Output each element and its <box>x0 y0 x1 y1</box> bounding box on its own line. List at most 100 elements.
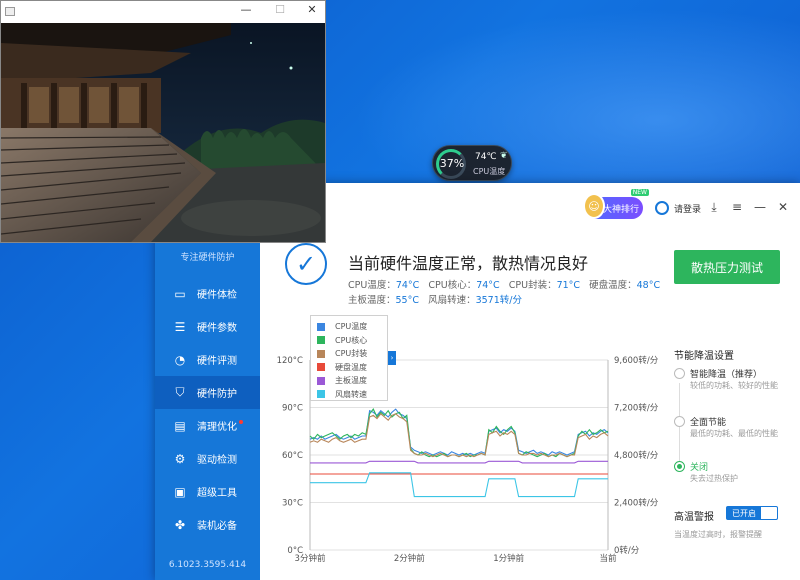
sidebar-item-hardware-check[interactable]: ▭ 硬件体检 <box>155 277 260 310</box>
sidebar-item-cleanup[interactable]: ▤ 清理优化 <box>155 409 260 442</box>
status-title: 当前硬件温度正常，散热情况良好 <box>348 254 589 273</box>
y-tick-left: 30°C <box>282 499 303 509</box>
sidebar-item-driver-check[interactable]: ⚙ 驱动检测 <box>155 442 260 475</box>
legend-item-board-temp[interactable]: 主板温度 <box>317 374 381 388</box>
cpu-package-value: 71°C <box>556 280 581 291</box>
x-tick: 2分钟前 <box>394 553 425 564</box>
y-tick-left: 120°C <box>277 356 303 366</box>
legend-item-cpu-core[interactable]: CPU核心 <box>317 334 381 348</box>
legend-label: 风扇转速 <box>335 389 367 399</box>
toolbox-icon: ▣ <box>174 484 186 499</box>
legend-label: 主板温度 <box>335 376 367 386</box>
legend-item-disk-temp[interactable]: 硬盘温度 <box>317 361 381 375</box>
cpu-temp-widget[interactable]: 37% 74℃ ❦ CPU温度 <box>432 145 512 181</box>
menu-icon[interactable]: ≡ <box>730 200 744 214</box>
y-tick-right: 9,600转/分 <box>614 355 659 366</box>
legend-item-cpu-temp[interactable]: CPU温度 <box>317 320 381 334</box>
cpu-load-percent: 37% <box>439 157 465 170</box>
game-window[interactable]: — ☐ ✕ <box>0 0 326 243</box>
rank-button[interactable]: ☺ 大神排行 NEW <box>583 189 649 219</box>
sidebar-item-label: 硬件防护 <box>197 389 237 400</box>
chart-legend: CPU温度 CPU核心 CPU封装 硬盘温度 主板温度 风扇转速 <box>310 315 388 401</box>
gauge-icon: ◔ <box>174 352 186 367</box>
disk-temp-value: 48°C <box>636 280 661 291</box>
user-icon <box>655 201 669 215</box>
login-label: 请登录 <box>674 204 702 215</box>
stress-test-button[interactable]: 散热压力测试 <box>674 250 780 284</box>
radio-smart-cooling[interactable] <box>674 368 685 379</box>
sidebar-item-super-tools[interactable]: ▣ 超级工具 <box>155 475 260 508</box>
option-desc: 失去过热保护 <box>690 474 738 483</box>
series-line <box>309 408 609 458</box>
x-tick: 当前 <box>599 553 617 564</box>
alarm-desc: 当温度过高时，报警提醒 <box>674 530 762 539</box>
alarm-title: 高温警报 <box>674 512 714 523</box>
minimize-icon[interactable]: — <box>233 3 259 16</box>
sidebar-item-hardware-protection[interactable]: ⛉ 硬件防护 <box>155 376 260 409</box>
cpu-temp-label: CPU温度： <box>348 280 396 291</box>
download-icon[interactable]: ⤓ <box>707 200 721 215</box>
login-button[interactable]: 请登录 <box>655 201 701 215</box>
game-scene[interactable] <box>1 23 325 242</box>
board-temp-value: 55°C <box>395 295 419 306</box>
series-line <box>309 408 609 456</box>
y-tick-right: 7,200转/分 <box>614 403 659 414</box>
monitor-icon: ▭ <box>174 286 186 301</box>
sidebar-item-label: 驱动检测 <box>197 455 237 466</box>
sidebar-item-hardware-params[interactable]: ☰ 硬件参数 <box>155 310 260 343</box>
rank-label: 大神排行 <box>603 204 640 215</box>
y-tick-right: 4,800转/分 <box>614 450 659 461</box>
cpu-temp-label: CPU温度 <box>473 167 506 176</box>
temperature-summary: CPU温度：74°C CPU核心：74°C CPU封装：71°C 硬盘温度：48… <box>348 278 660 308</box>
version-label: 6.1023.3595.414 <box>168 560 247 570</box>
minimize-icon[interactable]: — <box>753 200 767 214</box>
option-title: 全面节能 <box>690 418 727 428</box>
close-icon[interactable]: ✕ <box>776 200 790 214</box>
legend-item-cpu-package[interactable]: CPU封装 <box>317 347 381 361</box>
series-line <box>310 460 608 464</box>
option-desc: 较低的功耗、较好的性能 <box>690 381 778 390</box>
leaf-icon: ❦ <box>500 151 508 161</box>
list-icon: ☰ <box>174 319 186 334</box>
sidebar-item-label: 硬件体检 <box>197 290 237 301</box>
cpu-core-label: CPU核心： <box>428 280 477 291</box>
y-tick-left: 60°C <box>282 451 303 461</box>
series-line <box>310 472 608 498</box>
alarm-toggle[interactable]: 已开启 <box>726 506 778 520</box>
cpu-temp-value: 74°C <box>395 280 420 291</box>
legend-collapse-button[interactable]: › <box>388 351 396 365</box>
cpu-temp-value: 74℃ <box>475 152 497 162</box>
gear-icon: ⚙ <box>174 451 186 466</box>
notification-dot <box>239 419 243 424</box>
close-icon[interactable]: ✕ <box>299 3 325 16</box>
broom-icon: ▤ <box>174 418 186 433</box>
sidebar-item-label: 超级工具 <box>197 488 237 499</box>
sidebar-item-essentials[interactable]: ✤ 装机必备 <box>155 508 260 541</box>
slogan: 专注硬件防护 <box>180 253 235 263</box>
settings-title: 节能降温设置 <box>674 351 734 362</box>
shield-icon: ⛉ <box>175 385 185 399</box>
cpu-package-label: CPU封装： <box>508 280 557 291</box>
disk-temp-label: 硬盘温度： <box>589 280 637 291</box>
avatar-icon: ☺ <box>583 193 605 219</box>
legend-item-fan-speed[interactable]: 风扇转速 <box>317 388 381 402</box>
radio-off[interactable] <box>674 461 685 472</box>
game-titlebar[interactable]: — ☐ ✕ <box>1 1 325 23</box>
sidebar-item-hardware-benchmark[interactable]: ◔ 硬件评测 <box>155 343 260 376</box>
maximize-icon[interactable]: ☐ <box>267 3 293 16</box>
new-badge: NEW <box>630 189 649 196</box>
option-title: 智能降温（推荐） <box>690 370 763 380</box>
sidebar-item-label: 硬件评测 <box>197 356 237 367</box>
y-tick-right: 2,400转/分 <box>614 498 659 509</box>
fan-speed-value: 3571转/分 <box>475 295 522 306</box>
legend-label: CPU核心 <box>335 335 368 345</box>
desktop-background <box>330 0 800 200</box>
alarm-toggle-label: 已开启 <box>727 507 761 519</box>
sidebar-item-label: 清理优化 <box>197 422 237 433</box>
fan-speed-label: 风扇转速： <box>428 295 476 306</box>
board-temp-label: 主板温度： <box>348 295 396 306</box>
sidebar-item-label: 硬件参数 <box>197 323 237 334</box>
apps-icon: ✤ <box>174 517 186 532</box>
radio-full-saving[interactable] <box>674 416 685 427</box>
sidebar-item-label: 装机必备 <box>197 521 237 532</box>
